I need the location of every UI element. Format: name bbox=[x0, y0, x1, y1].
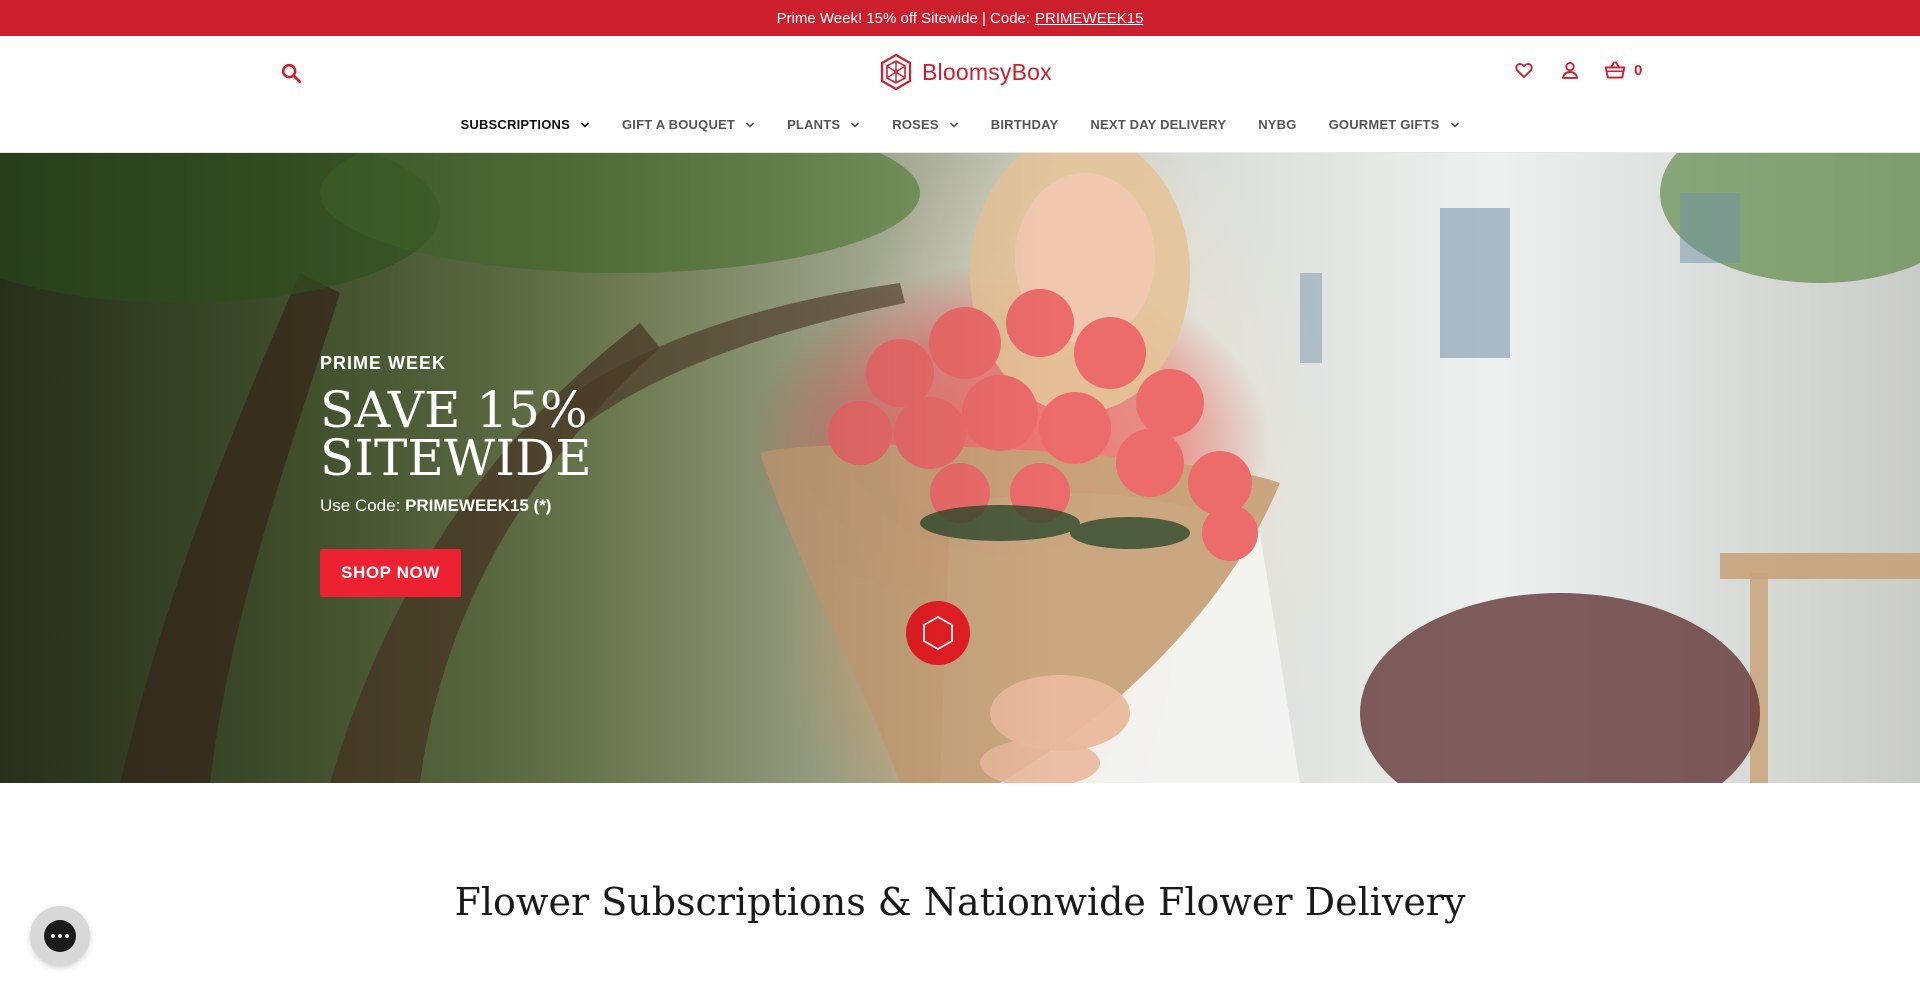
announcement-bar: Prime Week! 15% off Sitewide | Code: PRI… bbox=[0, 0, 1920, 36]
nav-item-label: GIFT A BOUQUET bbox=[622, 117, 736, 132]
nav-item-label: SUBSCRIPTIONS bbox=[460, 117, 570, 132]
chevron-down-icon bbox=[580, 121, 590, 128]
chat-dot bbox=[65, 934, 69, 938]
nav-item-label: GOURMET GIFTS bbox=[1328, 117, 1440, 132]
header-actions: 0 bbox=[1512, 58, 1642, 82]
chat-launcher-button[interactable] bbox=[30, 906, 90, 966]
chevron-down-icon bbox=[1450, 121, 1459, 128]
hero-content: PRIME WEEK SAVE 15% SITEWIDE Use Code: P… bbox=[320, 353, 592, 597]
hero-promo-code: Use Code: PRIMEWEEK15 (*) bbox=[320, 496, 592, 516]
nav-item-label: NYBG bbox=[1258, 117, 1297, 132]
nav-item-subscriptions[interactable]: SUBSCRIPTIONS bbox=[460, 117, 590, 132]
chat-icon bbox=[44, 920, 76, 952]
nav-item-label: BIRTHDAY bbox=[990, 117, 1059, 132]
site-header: BloomsyBox 0 SUBSCRIPTIONS GIFT A BOUQUE… bbox=[0, 36, 1920, 153]
nav-item-plants[interactable]: PLANTS bbox=[787, 117, 860, 132]
nav-item-gourmet-gifts[interactable]: GOURMET GIFTS bbox=[1329, 117, 1460, 132]
announcement-code-link[interactable]: PRIMEWEEK15 bbox=[1035, 10, 1143, 27]
announcement-text: Prime Week! 15% off Sitewide | Code: bbox=[776, 9, 1031, 27]
heart-icon bbox=[1515, 63, 1533, 79]
cart-button[interactable]: 0 bbox=[1604, 60, 1642, 80]
main-nav: SUBSCRIPTIONS GIFT A BOUQUET PLANTS ROSE… bbox=[0, 117, 1920, 132]
wishlist-button[interactable] bbox=[1512, 58, 1536, 82]
hero-title-line-2: SITEWIDE bbox=[320, 429, 592, 487]
nav-item-roses[interactable]: ROSES bbox=[892, 117, 959, 132]
search-icon bbox=[281, 63, 302, 84]
hero-code-value: PRIMEWEEK15 (*) bbox=[405, 496, 552, 515]
hero-eyebrow: PRIME WEEK bbox=[320, 353, 447, 373]
nav-item-label: ROSES bbox=[892, 117, 939, 132]
search-button[interactable] bbox=[278, 60, 304, 86]
cart-count: 0 bbox=[1634, 61, 1643, 79]
brand-logo[interactable]: BloomsyBox bbox=[878, 52, 1052, 92]
shop-now-button[interactable]: SHOP NOW bbox=[320, 549, 461, 597]
hero-banner: PRIME WEEK SAVE 15% SITEWIDE Use Code: P… bbox=[0, 153, 1920, 783]
hero-title: SAVE 15% SITEWIDE bbox=[320, 385, 592, 483]
nav-item-label: NEXT DAY DELIVERY bbox=[1090, 117, 1227, 132]
section-heading: Flower Subscriptions & Nationwide Flower… bbox=[454, 880, 1466, 924]
logo-mark-icon bbox=[880, 53, 912, 91]
nav-item-label: PLANTS bbox=[787, 117, 841, 132]
logo-text: BloomsyBox bbox=[922, 58, 1052, 85]
chevron-down-icon bbox=[745, 121, 755, 128]
hero-overlay bbox=[0, 153, 1920, 783]
nav-item-birthday[interactable]: BIRTHDAY bbox=[991, 117, 1059, 132]
user-icon bbox=[1562, 62, 1578, 79]
nav-item-nybg[interactable]: NYBG bbox=[1258, 117, 1296, 132]
chevron-down-icon bbox=[851, 121, 860, 128]
nav-item-gift-a-bouquet[interactable]: GIFT A BOUQUET bbox=[622, 117, 755, 132]
chat-dot bbox=[58, 934, 62, 938]
nav-item-next-day-delivery[interactable]: NEXT DAY DELIVERY bbox=[1090, 117, 1226, 132]
chevron-down-icon bbox=[949, 121, 958, 128]
hero-code-prefix: Use Code: bbox=[320, 496, 401, 515]
account-button[interactable] bbox=[1558, 58, 1582, 82]
basket-icon bbox=[1604, 61, 1626, 79]
chat-dot bbox=[51, 934, 55, 938]
